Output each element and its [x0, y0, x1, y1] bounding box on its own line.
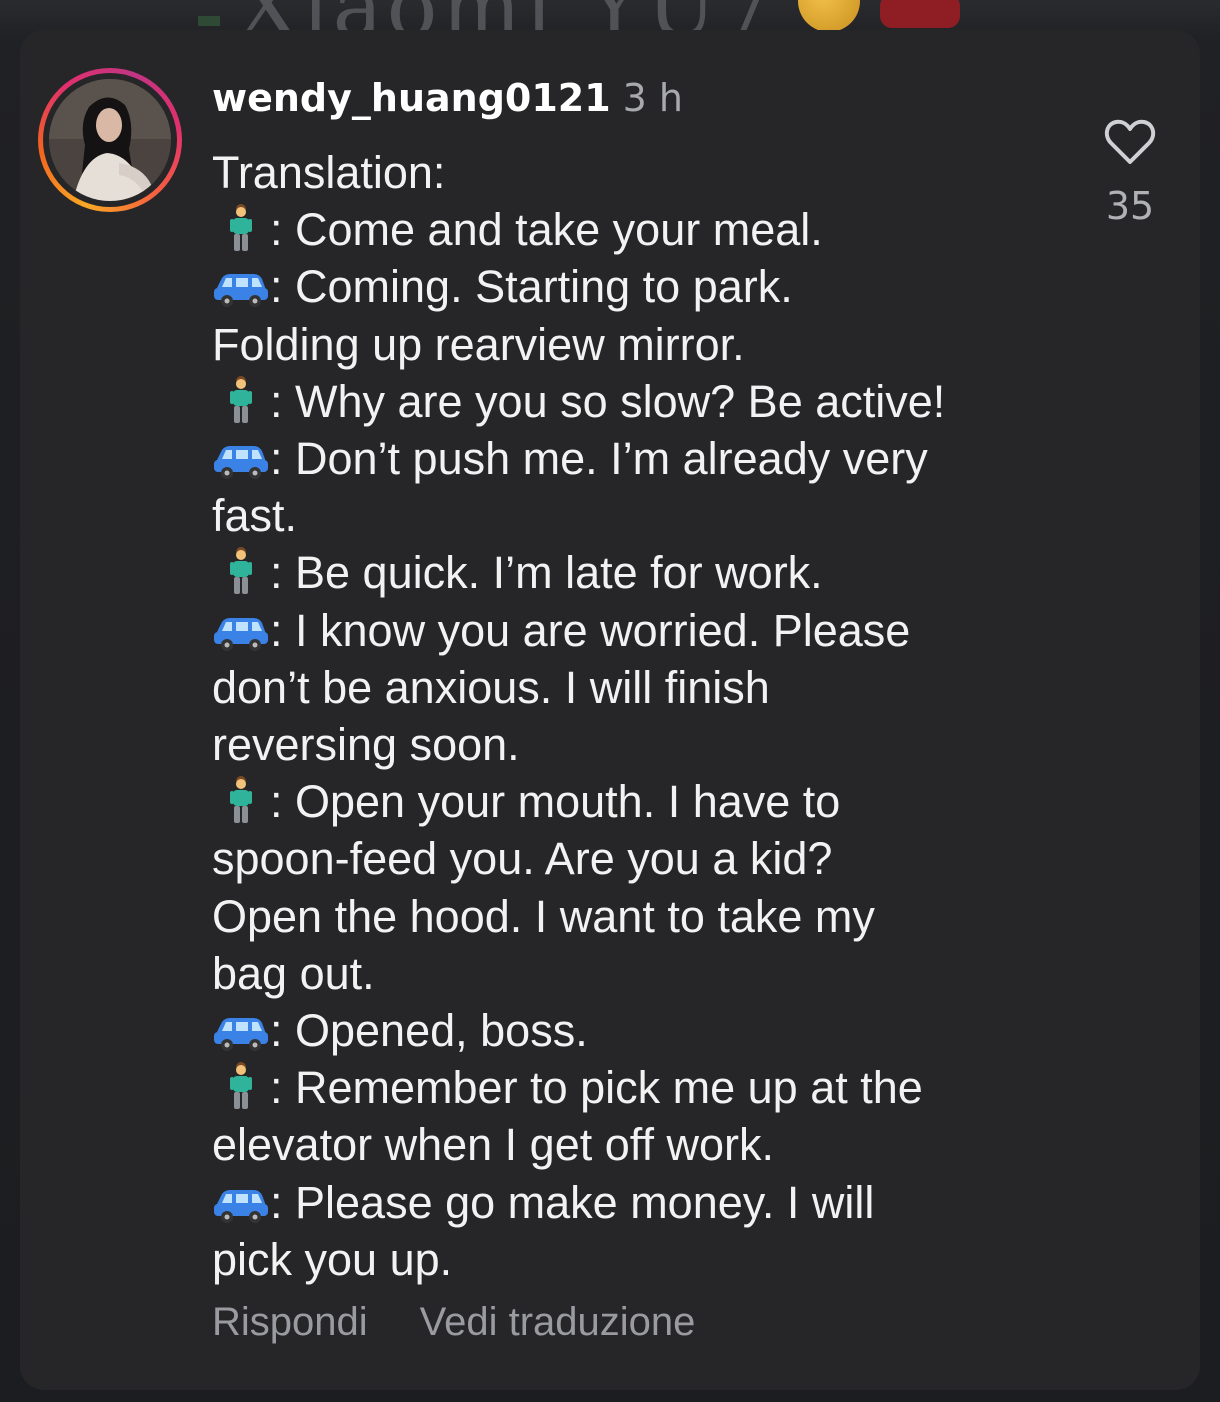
comment-line: : Why are you so slow? Be active!: [212, 373, 1042, 430]
like-area: 35: [1094, 118, 1166, 228]
like-count: 35: [1105, 184, 1155, 228]
heart-icon[interactable]: [1104, 118, 1156, 166]
comment-line-text: : Be quick. I’m late for work.: [270, 547, 823, 599]
comment-line-text: bag out.: [212, 947, 375, 999]
man-icon: [212, 375, 270, 425]
comment-line: : Please go make money. I will: [212, 1174, 1042, 1231]
story-ring[interactable]: [38, 68, 182, 212]
comment-line-text: : Remember to pick me up at the: [270, 1062, 923, 1114]
reply-button[interactable]: Rispondi: [212, 1300, 368, 1344]
comment-line-text: : Why are you so slow? Be active!: [270, 375, 946, 427]
comment-line: : I know you are worried. Please: [212, 602, 1042, 659]
avatar[interactable]: [49, 79, 171, 201]
man-icon: [212, 546, 270, 596]
comment-line: spoon-feed you. Are you a kid?: [212, 830, 1042, 887]
comment-line-text: : I know you are worried. Please: [270, 604, 911, 656]
comment-text: Translation:: Come and take your meal.: …: [212, 144, 1042, 1288]
background-emoji-sticker: [798, 0, 860, 32]
comment-line: : Come and take your meal.: [212, 201, 1042, 258]
comment-line-text: reversing soon.: [212, 719, 520, 771]
comment-line: Open the hood. I want to take my: [212, 888, 1042, 945]
man-icon: [212, 775, 270, 825]
comment-line-text: Folding up rearview mirror.: [212, 318, 745, 370]
car-icon: [212, 1176, 270, 1226]
comment-line-text: : Coming. Starting to park.: [270, 261, 793, 313]
comment-line-text: pick you up.: [212, 1233, 453, 1285]
username[interactable]: wendy_huang0121: [212, 76, 611, 120]
see-translation-button[interactable]: Vedi traduzione: [420, 1300, 696, 1344]
car-icon: [212, 604, 270, 654]
comment-line-text: : Please go make money. I will: [270, 1176, 875, 1228]
comment-line: : Be quick. I’m late for work.: [212, 544, 1042, 601]
car-icon: [212, 1004, 270, 1054]
comment-line: don’t be anxious. I will finish: [212, 659, 1042, 716]
comment-line-text: elevator when I get off work.: [212, 1119, 774, 1171]
comment-line: reversing soon.: [212, 716, 1042, 773]
comment-actions: Rispondi Vedi traduzione: [212, 1300, 695, 1345]
avatar-photo: [49, 79, 171, 201]
comment-line-text: : Come and take your meal.: [270, 204, 823, 256]
comment-line: : Don’t push me. I’m already very: [212, 430, 1042, 487]
comment-line: : Opened, boss.: [212, 1002, 1042, 1059]
timestamp: 3 h: [622, 76, 684, 120]
comment-line: fast.: [212, 487, 1042, 544]
comment-line: : Remember to pick me up at the: [212, 1059, 1042, 1116]
comment-line: Folding up rearview mirror.: [212, 316, 1042, 373]
comment-line: : Coming. Starting to park.: [212, 258, 1042, 315]
comment-line: pick you up.: [212, 1231, 1042, 1288]
comment-line-text: Open the hood. I want to take my: [212, 890, 875, 942]
background-shape: [198, 16, 220, 26]
car-icon: [212, 432, 270, 482]
man-icon: [212, 1061, 270, 1111]
background-sticker: [880, 0, 960, 28]
comment-line-text: don’t be anxious. I will finish: [212, 661, 770, 713]
comment-line-text: : Open your mouth. I have to: [270, 776, 841, 828]
comment-line: : Open your mouth. I have to: [212, 773, 1042, 830]
comment-line-text: : Opened, boss.: [270, 1005, 588, 1057]
comment-line-text: Translation:: [212, 147, 446, 198]
comment-header: wendy_huang0121 3 h: [212, 74, 683, 122]
comment-line: elevator when I get off work.: [212, 1116, 1042, 1173]
comment-line-text: : Don’t push me. I’m already very: [270, 433, 928, 485]
car-icon: [212, 260, 270, 310]
comment-line: bag out.: [212, 945, 1042, 1002]
comment-line-text: spoon-feed you. Are you a kid?: [212, 833, 833, 885]
man-icon: [212, 203, 270, 253]
comment-line-text: fast.: [212, 490, 298, 542]
comment-line: Translation:: [212, 144, 1042, 201]
